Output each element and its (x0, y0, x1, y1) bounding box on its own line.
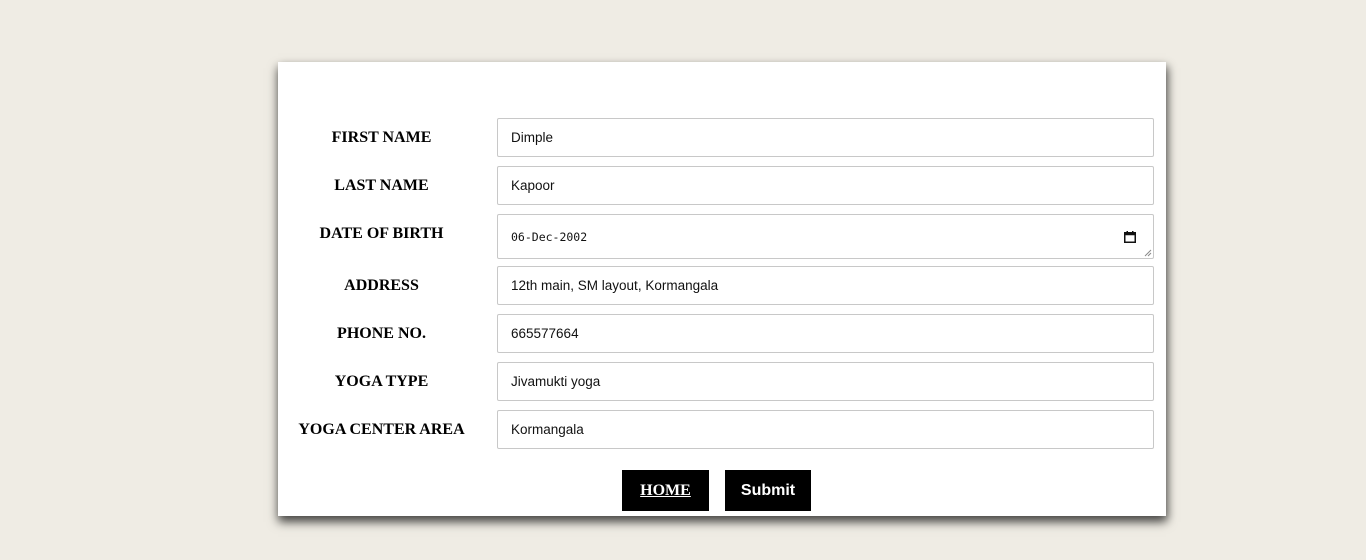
first-name-label: FIRST NAME (331, 129, 432, 146)
yoga-type-label: YOGA TYPE (334, 373, 429, 390)
address-label: ADDRESS (344, 277, 419, 294)
submit-button[interactable]: Submit (725, 470, 811, 511)
yoga-center-area-input[interactable]: Kormangala (497, 410, 1154, 449)
address-input[interactable]: 12th main, SM layout, Kormangala (497, 266, 1154, 305)
date-of-birth-label: DATE OF BIRTH (319, 225, 444, 242)
resize-grip-icon[interactable] (1144, 249, 1152, 257)
home-link[interactable]: HOME (640, 482, 691, 500)
yoga-type-input[interactable]: Jivamukti yoga (497, 362, 1154, 401)
first-name-input[interactable]: Dimple (497, 118, 1154, 157)
phone-input[interactable]: 665577664 (497, 314, 1154, 353)
last-name-label: LAST NAME (334, 177, 429, 194)
registration-form-card: FIRST NAME Dimple LAST NAME Kapoor DATE … (278, 62, 1166, 516)
phone-label: PHONE NO. (337, 325, 426, 342)
last-name-input[interactable]: Kapoor (497, 166, 1154, 205)
yoga-center-area-label: YOGA CENTER AREA (298, 421, 465, 438)
date-of-birth-input[interactable]: 06-Dec-2002 (497, 214, 1154, 259)
calendar-icon[interactable] (1124, 231, 1136, 243)
home-button[interactable]: HOME (622, 470, 709, 511)
date-of-birth-value: 06-Dec-2002 (511, 230, 588, 244)
